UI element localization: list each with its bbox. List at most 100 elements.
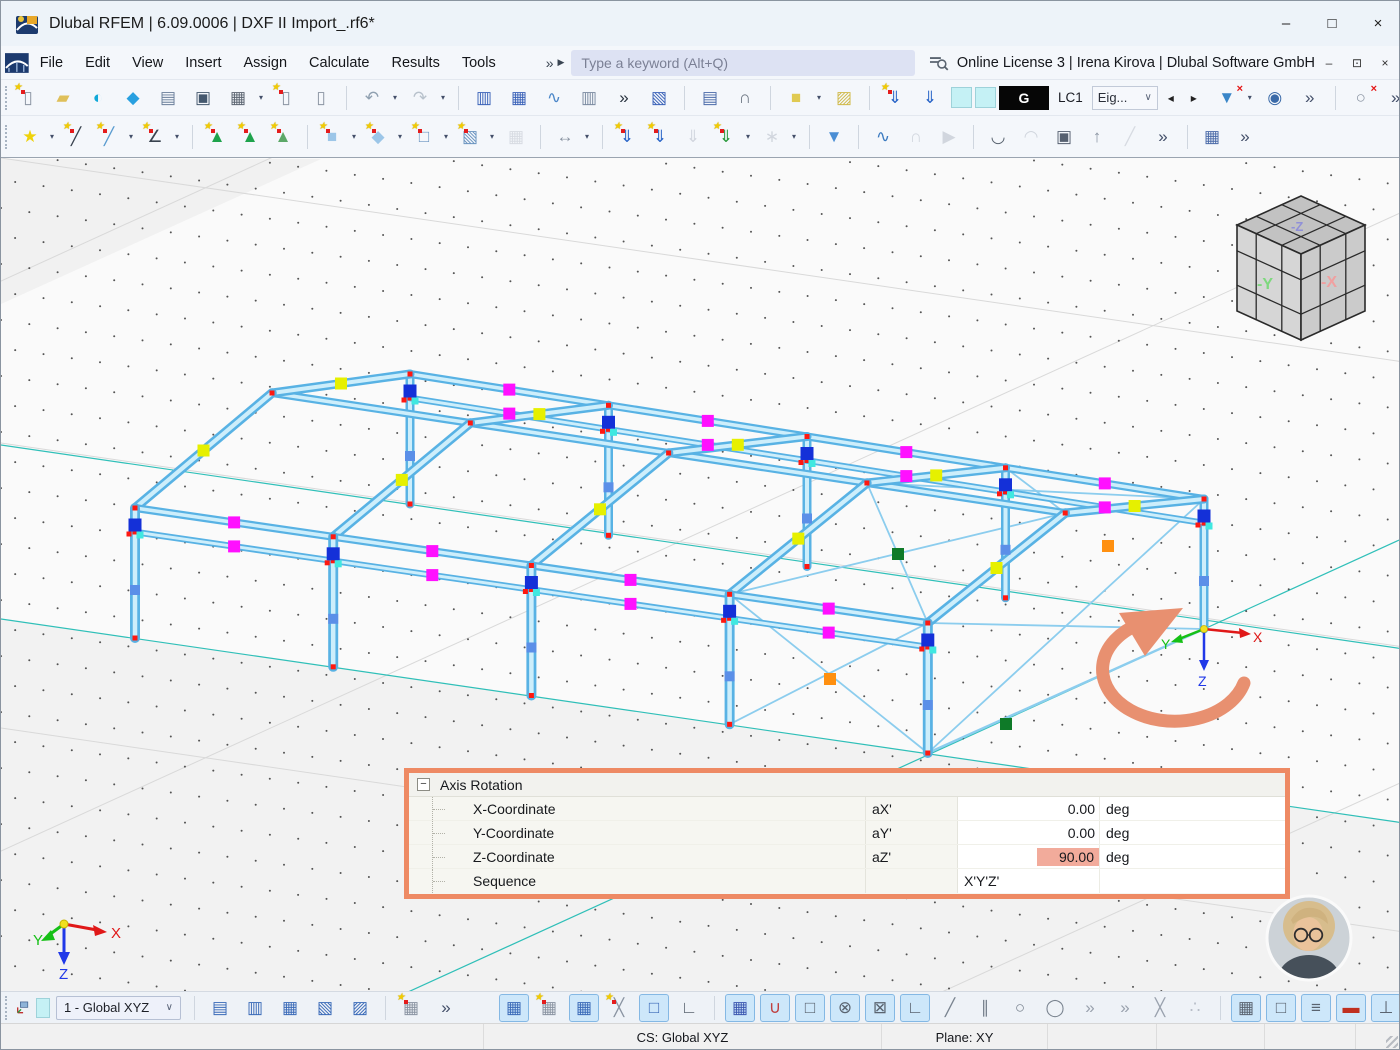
new-solid-icon[interactable]: ◆ ★ xyxy=(364,121,392,151)
view-rotate-icon[interactable]: ▧ xyxy=(310,994,340,1022)
duplicate-icon[interactable]: ▯ xyxy=(306,84,336,112)
redo-dropdown-icon[interactable]: ▾ xyxy=(438,93,448,102)
new-polyline-dropdown-icon[interactable]: ▾ xyxy=(172,132,182,141)
new-block-dropdown-icon[interactable]: ▾ xyxy=(487,132,497,141)
smooth-results-icon[interactable]: ╱ xyxy=(1116,123,1144,151)
new-node-dropdown-icon[interactable]: ▾ xyxy=(47,132,57,141)
control-panel-icon[interactable]: ▤ xyxy=(695,84,725,112)
snap-cross-icon[interactable]: ⊠ xyxy=(864,993,895,1022)
new-opening-dropdown-icon[interactable]: ▾ xyxy=(441,132,451,141)
undo-icon[interactable]: ↶ xyxy=(357,84,387,112)
maximize-button[interactable]: □ xyxy=(1309,1,1355,46)
load-generator-dropdown-icon[interactable]: ▾ xyxy=(789,132,799,141)
new-selection-icon[interactable]: ╳ ★ xyxy=(604,992,634,1022)
menu-edit[interactable]: Edit xyxy=(74,46,121,79)
result-frame-icon[interactable]: ∩ xyxy=(902,123,930,151)
navigation-cube[interactable]: -Y -X -Z xyxy=(1235,195,1367,342)
menu-results[interactable]: Results xyxy=(380,46,450,79)
row-value-field[interactable]: 0.00 xyxy=(957,797,1099,820)
undo-dropdown-icon[interactable]: ▾ xyxy=(390,93,400,102)
menu-calculate[interactable]: Calculate xyxy=(298,46,380,79)
more-tools-2-icon[interactable]: » xyxy=(1381,84,1399,112)
spreadsheet-icon[interactable]: ▦ xyxy=(504,84,534,112)
toolbar-grip-3[interactable] xyxy=(5,995,9,1020)
menu-tools[interactable]: Tools xyxy=(451,46,507,79)
table-tools-icon[interactable]: ▦ xyxy=(1198,123,1226,151)
new-surface-icon[interactable]: ■ ★ xyxy=(318,121,346,151)
guide-offset-icon[interactable]: » xyxy=(1075,994,1105,1022)
visibility-objects-icon[interactable]: ▦ xyxy=(568,993,599,1022)
new-model-icon[interactable]: ▯ ★ xyxy=(13,82,43,112)
row-value-field[interactable]: 0.00 xyxy=(957,821,1099,844)
snap-grid-icon[interactable]: ▦ xyxy=(724,993,755,1022)
loadcase-next-button[interactable]: ▸ xyxy=(1184,86,1204,110)
toolbar-grip[interactable] xyxy=(5,85,7,110)
license-info[interactable]: Online License 3 | Irena Kirova | Dlubal… xyxy=(957,55,1315,71)
guide-bisect-icon[interactable]: » xyxy=(1110,994,1140,1022)
more-tools-icon[interactable]: » xyxy=(1295,84,1325,112)
mdi-close-button[interactable]: × xyxy=(1371,51,1399,75)
value-diagram-icon[interactable]: ∿ xyxy=(539,84,569,112)
new-surface-dropdown-icon[interactable]: ▾ xyxy=(349,132,359,141)
new-solid-dropdown-icon[interactable]: ▾ xyxy=(395,132,405,141)
redo-icon[interactable]: ↷ xyxy=(405,84,435,112)
view-parallel-icon[interactable]: ▤ xyxy=(205,994,235,1022)
grid-points-icon[interactable]: ∴ xyxy=(1180,994,1210,1022)
menu-insert[interactable]: Insert xyxy=(174,46,232,79)
row-value-field[interactable]: X'Y'Z' xyxy=(957,869,1099,893)
guide-line-icon[interactable]: ╱ xyxy=(935,994,965,1022)
script-editor-icon[interactable]: ▧ xyxy=(644,84,674,112)
load-surface-icon[interactable]: ⇓ xyxy=(679,123,707,151)
display-visibility-icon[interactable]: ◉ xyxy=(1260,84,1290,112)
menu-view[interactable]: View xyxy=(121,46,174,79)
menu-file[interactable]: File xyxy=(29,46,74,79)
print-icon[interactable]: ▦ xyxy=(223,84,253,112)
load-nodal-icon[interactable]: ⇓ ★ xyxy=(613,121,641,151)
new-member-dropdown-icon[interactable]: ▾ xyxy=(126,132,136,141)
new-table-icon[interactable]: ▯ ★ xyxy=(271,82,301,112)
open-model-icon[interactable]: ▰ xyxy=(48,84,78,112)
print-dropdown-icon[interactable]: ▾ xyxy=(256,93,266,102)
new-visibility-icon[interactable]: ▦ ★ xyxy=(534,992,564,1022)
more-views-icon[interactable]: » xyxy=(431,994,461,1022)
snap-angle-icon[interactable]: ∟ xyxy=(899,993,930,1022)
cs-color-swatch[interactable] xyxy=(35,997,50,1018)
model-viewport[interactable]: X Y Z -Y -X -Z X Y Z − Axis Rotation X-Coordinat… xyxy=(1,157,1399,992)
snap-magnet-icon[interactable]: ∪ xyxy=(759,993,790,1022)
render-3d-icon[interactable]: ◆ xyxy=(118,84,148,112)
console-icon[interactable]: » xyxy=(609,84,639,112)
titlebar[interactable]: Dlubal RFEM | 6.09.0006 | DXF II Import_… xyxy=(1,1,1399,46)
new-line-icon[interactable]: ╱ ★ xyxy=(62,121,90,151)
display-grid-icon[interactable]: ▦ xyxy=(1230,993,1261,1022)
menu-overflow-button[interactable]: » xyxy=(543,55,557,71)
menu-run-icon[interactable]: ▶ xyxy=(557,57,568,68)
load-imperfection-dropdown-icon[interactable]: ▾ xyxy=(743,132,753,141)
search-input[interactable]: Type a keyword (Alt+Q) xyxy=(571,49,916,76)
table-compact-icon[interactable]: ▥ xyxy=(574,84,604,112)
new-member-icon[interactable]: ╱ ★ xyxy=(95,121,123,151)
coordinate-system-select[interactable]: 1 - Global XYZ ∨ xyxy=(55,995,181,1020)
display-pin-icon[interactable]: ⊥ xyxy=(1370,993,1399,1022)
menu-assign[interactable]: Assign xyxy=(233,46,299,79)
toolbar-grip-2[interactable] xyxy=(5,124,10,149)
deformation-figure-icon[interactable]: ↑ xyxy=(1083,123,1111,151)
support-nodal-icon[interactable]: ▲ ★ xyxy=(203,121,231,151)
mdi-minimize-button[interactable]: – xyxy=(1315,51,1343,75)
license-search-icon[interactable] xyxy=(929,54,949,72)
snap-rect-icon[interactable]: □ xyxy=(794,993,825,1022)
guide-tangent-icon[interactable]: ○ xyxy=(1005,994,1035,1022)
import-loads-icon[interactable]: ⇓ xyxy=(915,84,945,112)
more-insert-icon[interactable]: » xyxy=(1149,123,1177,151)
row-value-field[interactable]: 90.00 xyxy=(957,845,1099,868)
load-imperfection-icon[interactable]: ⇓ ★ xyxy=(712,121,740,151)
select-surface-dropdown-icon[interactable]: ▾ xyxy=(814,93,824,102)
minimize-button[interactable]: – xyxy=(1263,1,1309,46)
cancel-zoom-icon[interactable]: ○ × xyxy=(1346,83,1377,112)
solid-results-icon[interactable]: ▣ xyxy=(1050,123,1078,151)
selection-box-icon[interactable]: □ xyxy=(638,993,669,1022)
select-surface-icon[interactable]: ■ xyxy=(781,84,811,112)
filter-loads-dropdown-icon[interactable]: ▾ xyxy=(1245,93,1255,102)
more-2-icon[interactable]: » xyxy=(1231,123,1259,151)
loadcase-color-swatch-2[interactable] xyxy=(975,87,996,108)
loadcase-combobox[interactable]: Eig... ∨ xyxy=(1091,85,1158,110)
